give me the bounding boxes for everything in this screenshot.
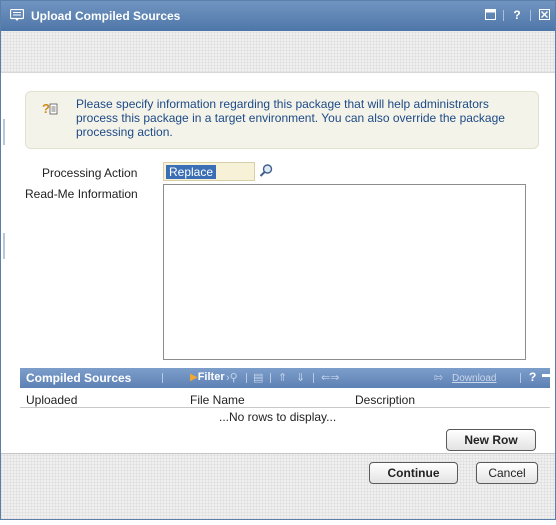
grid-toolbar-separator: [520, 373, 521, 383]
help-document-icon: ?: [42, 101, 58, 116]
dialog-icon: [10, 9, 24, 21]
cancel-button[interactable]: Cancel: [476, 462, 538, 484]
last-page-icon[interactable]: ⇓: [296, 371, 305, 384]
processing-action-label: Processing Action: [42, 166, 138, 180]
processing-action-value: Replace: [166, 165, 217, 179]
close-icon[interactable]: [539, 9, 550, 20]
lookup-magnifier-icon[interactable]: [258, 163, 274, 179]
dialog-titlebar[interactable]: Upload Compiled Sources ?: [1, 1, 555, 31]
first-page-icon[interactable]: ⇑: [278, 371, 287, 384]
grid-empty-message: ...No rows to display...: [219, 410, 337, 424]
grid-toolbar-separator: [313, 373, 314, 383]
readme-label: Read-Me Information: [25, 187, 138, 201]
top-toolbar-strip: [1, 31, 555, 73]
dialog-title: Upload Compiled Sources: [31, 9, 181, 23]
grid-toolbar-separator: [270, 373, 271, 383]
titlebar-separator: [503, 10, 504, 21]
info-message-text: Please specify information regarding thi…: [76, 97, 505, 139]
titlebar-separator: [530, 10, 531, 21]
column-header-file-name[interactable]: File Name: [190, 393, 245, 407]
view-all-icon[interactable]: ▤: [253, 371, 263, 384]
upload-compiled-sources-dialog: Upload Compiled Sources ? ? Please speci…: [0, 0, 556, 520]
svg-text:?: ?: [42, 101, 50, 116]
filter-button[interactable]: ▶Filter: [190, 371, 225, 383]
processing-action-input[interactable]: Replace: [163, 162, 255, 181]
filter-label: Filter: [197, 371, 225, 383]
left-edge-marker: [3, 119, 5, 145]
grid-column-headers: Uploaded File Name Description: [20, 392, 550, 408]
help-button[interactable]: ?: [512, 7, 522, 23]
filter-arrow-icon: ▶: [190, 372, 198, 383]
grid-title: Compiled Sources: [26, 371, 132, 385]
readme-textarea[interactable]: [163, 184, 526, 360]
collapse-icon[interactable]: [542, 374, 551, 377]
grid-toolbar-separator: [246, 373, 247, 383]
column-header-uploaded[interactable]: Uploaded: [26, 393, 77, 407]
compiled-sources-grid-header: Compiled Sources ▶Filter ›⚲ ▤ ⇑ ⇓ ⇐⇒ ⇰ D…: [20, 368, 551, 388]
new-row-button[interactable]: New Row: [446, 429, 536, 451]
continue-button[interactable]: Continue: [369, 462, 458, 484]
download-icon[interactable]: ⇰: [434, 371, 443, 384]
info-message-box: ? Please specify information regarding t…: [25, 91, 539, 149]
grid-toolbar-separator: [162, 373, 163, 383]
download-link[interactable]: Download: [452, 373, 496, 384]
footer-button-bar: Continue Cancel: [1, 453, 555, 519]
left-edge-marker: [3, 233, 5, 259]
grid-help-button[interactable]: ?: [529, 370, 536, 384]
previous-next-icon[interactable]: ⇐⇒: [321, 371, 339, 384]
column-header-description[interactable]: Description: [355, 393, 415, 407]
maximize-icon[interactable]: [485, 9, 496, 20]
find-icon[interactable]: ›⚲: [226, 371, 238, 384]
